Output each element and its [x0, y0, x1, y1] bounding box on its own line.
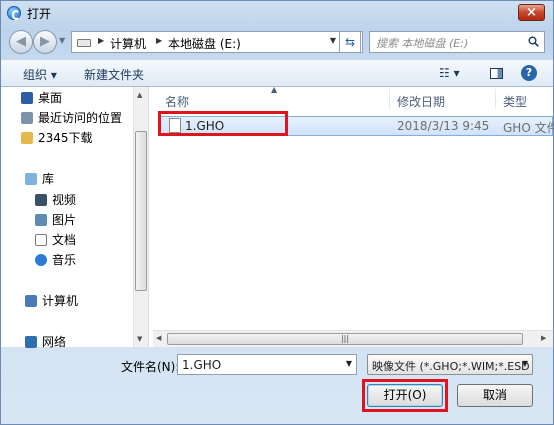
breadcrumb-computer[interactable]: 计算机	[110, 35, 146, 52]
app-icon	[7, 6, 21, 20]
sidebar-item-label: 2345下载	[38, 131, 93, 145]
filename-value: 1.GHO	[182, 358, 222, 372]
scroll-left-icon[interactable]: ◀	[156, 334, 161, 342]
sidebar-item-label: 计算机	[42, 294, 79, 308]
sidebar-item-music[interactable]: 音乐	[35, 251, 76, 269]
network-icon	[25, 336, 37, 348]
computer-icon	[25, 295, 37, 307]
file-list: 名称 ▲ 修改日期 类型 1.GHO 2018/3/13 9:45 GHO 文件…	[153, 85, 554, 347]
music-icon	[35, 254, 47, 266]
column-header-type[interactable]: 类型	[503, 93, 527, 110]
sidebar-item-videos[interactable]: 视频	[35, 191, 76, 209]
open-file-dialog: 打开 × ◀ ▶ ▼ ▶ 计算机 ▶ 本地磁盘 (E:) ▼ ⇆ 搜索 本地磁盘…	[0, 0, 554, 425]
column-header-name[interactable]: 名称	[165, 93, 189, 110]
breadcrumb-drive-e[interactable]: 本地磁盘 (E:)	[168, 35, 241, 52]
sidebar-item-label: 视频	[52, 193, 77, 207]
window-title: 打开	[27, 7, 52, 21]
file-type: GHO 文件	[503, 121, 554, 135]
navigation-bar: ◀ ▶ ▼ ▶ 计算机 ▶ 本地磁盘 (E:) ▼ ⇆ 搜索 本地磁盘 (E:)	[1, 27, 553, 57]
address-dropdown-icon[interactable]: ▼	[330, 36, 336, 45]
close-button[interactable]: ×	[518, 4, 545, 21]
scroll-right-icon[interactable]: ▶	[541, 334, 546, 342]
view-options-icon[interactable]: ☷ ▾	[439, 66, 460, 80]
filetype-value: 映像文件 (*.GHO;*.WIM;*.ESD	[372, 360, 530, 373]
filename-dropdown-icon[interactable]: ▼	[346, 359, 352, 368]
scroll-down-icon[interactable]: ▼	[137, 335, 142, 343]
search-box[interactable]: 搜索 本地磁盘 (E:)	[369, 31, 545, 53]
column-header-modified[interactable]: 修改日期	[397, 93, 445, 110]
filetype-dropdown-icon[interactable]: ▼	[522, 359, 528, 368]
back-button[interactable]: ◀	[9, 30, 33, 54]
folder-icon	[21, 132, 33, 144]
documents-icon	[35, 234, 47, 246]
sidebar-item-label: 网络	[42, 335, 67, 349]
drive-icon	[77, 39, 91, 47]
sidebar-item-2345-downloads[interactable]: 2345下载	[21, 129, 93, 147]
cancel-button[interactable]: 取消	[457, 384, 533, 407]
filename-label: 文件名(N):	[121, 360, 180, 374]
forward-button[interactable]: ▶	[33, 30, 57, 54]
sort-ascending-icon: ▲	[271, 85, 278, 94]
desktop-icon	[21, 92, 33, 104]
scrollbar-thumb[interactable]: |||	[167, 333, 523, 345]
video-icon	[35, 194, 47, 206]
breadcrumb-chevron-icon[interactable]: ▶	[156, 36, 162, 45]
browse-area: 桌面 最近访问的位置 2345下载 库 视频 图片 文档 音乐 计算机 网络 ▲…	[1, 85, 554, 349]
history-dropdown-icon[interactable]: ▼	[59, 36, 65, 45]
file-list-hscrollbar[interactable]: ◀ ||| ▶	[153, 330, 553, 347]
filetype-select[interactable]: 映像文件 (*.GHO;*.WIM;*.ESD ▼	[367, 354, 533, 375]
sidebar-item-label: 文档	[52, 233, 77, 247]
sidebar-item-computer[interactable]: 计算机	[25, 292, 78, 310]
column-divider[interactable]	[389, 89, 390, 109]
highlight-box-open	[362, 379, 448, 412]
sidebar-item-network[interactable]: 网络	[25, 333, 66, 351]
scrollbar-thumb[interactable]	[135, 131, 147, 291]
column-divider[interactable]	[495, 89, 496, 109]
help-icon[interactable]: ?	[521, 65, 537, 81]
title-bar: 打开 ×	[1, 1, 553, 25]
highlight-box-file	[158, 111, 288, 136]
sidebar-item-desktop[interactable]: 桌面	[21, 89, 62, 107]
sidebar-item-documents[interactable]: 文档	[35, 231, 76, 249]
file-modified: 2018/3/13 9:45	[397, 119, 490, 133]
library-icon	[25, 173, 37, 185]
navigation-pane: 桌面 最近访问的位置 2345下载 库 视频 图片 文档 音乐 计算机 网络 ▲…	[1, 87, 149, 349]
new-folder-button[interactable]: 新建文件夹	[84, 66, 144, 83]
breadcrumb-chevron-icon[interactable]: ▶	[98, 36, 104, 45]
sidebar-item-label: 音乐	[52, 253, 77, 267]
sidebar-item-label: 库	[42, 172, 55, 186]
sidebar-item-label: 图片	[52, 213, 77, 227]
search-icon[interactable]	[528, 36, 539, 47]
address-bar[interactable]: ▶ 计算机 ▶ 本地磁盘 (E:) ▼	[71, 31, 363, 53]
pictures-icon	[35, 214, 47, 226]
sidebar-item-libraries[interactable]: 库	[25, 170, 54, 188]
command-toolbar: 组织 ▾ 新建文件夹 ☷ ▾ ?	[1, 59, 553, 87]
sidebar-item-label: 桌面	[38, 91, 63, 105]
navigation-pane-scrollbar[interactable]: ▲ ▼	[133, 87, 148, 347]
sidebar-item-label: 最近访问的位置	[38, 111, 123, 125]
recent-places-icon	[21, 112, 33, 124]
search-placeholder: 搜索 本地磁盘 (E:)	[376, 37, 469, 50]
sidebar-item-pictures[interactable]: 图片	[35, 211, 76, 229]
organize-menu[interactable]: 组织 ▾	[23, 66, 57, 83]
sidebar-item-recent[interactable]: 最近访问的位置	[21, 109, 122, 127]
preview-pane-icon[interactable]	[490, 68, 503, 79]
filename-field[interactable]: 1.GHO ▼	[177, 354, 357, 375]
refresh-icon[interactable]: ⇆	[339, 31, 361, 53]
scroll-up-icon[interactable]: ▲	[137, 91, 142, 99]
